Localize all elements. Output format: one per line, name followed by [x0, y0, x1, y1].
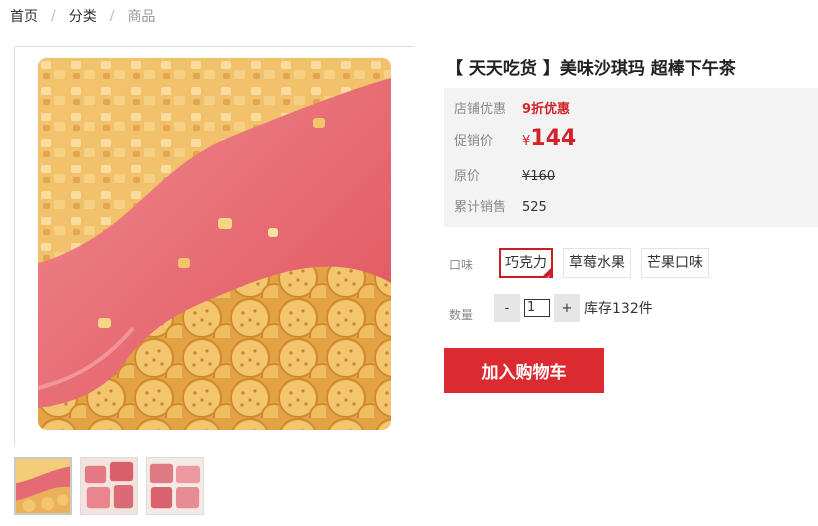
sales-count: 525	[522, 200, 547, 215]
breadcrumb: 首页 / 分类 / 商品	[10, 6, 155, 26]
flavor-options: 巧克力 ✓ 草莓水果 芒果口味	[499, 248, 709, 282]
stock-text: 库存132件	[584, 301, 653, 317]
breadcrumb-category[interactable]: 分类	[69, 6, 97, 26]
thumbnail-3[interactable]	[146, 457, 204, 515]
price-label: 促销价	[454, 134, 494, 149]
sale-price: ¥144	[522, 126, 576, 151]
thumbnail-2[interactable]	[80, 457, 138, 515]
flavor-option-label: 巧克力	[505, 255, 547, 271]
sales-label: 累计销售	[454, 200, 507, 215]
main-product-image	[38, 58, 391, 430]
promo-value: 9折优惠	[522, 102, 571, 117]
price-panel: 店铺优惠 9折优惠 促销价 ¥144 原价 ¥160 累计销售 525	[444, 88, 818, 227]
quantity-input[interactable]: 1	[524, 299, 550, 317]
original-price-label: 原价	[454, 169, 481, 184]
increment-button[interactable]: +	[554, 294, 580, 322]
add-to-cart-button[interactable]: 加入购物车	[444, 348, 604, 393]
price-amount: 144	[530, 126, 577, 151]
thumbnail-strip	[14, 457, 204, 515]
breadcrumb-separator: /	[109, 8, 115, 24]
product-title: 【 天天吃货 】美味沙琪玛 超棒下午茶	[446, 59, 736, 79]
quantity-label: 数量	[449, 308, 474, 322]
breadcrumb-current: 商品	[127, 9, 156, 25]
quantity-stepper: - 1 + 库存132件	[494, 294, 653, 322]
breadcrumb-home[interactable]: 首页	[10, 6, 38, 26]
check-icon: ✓	[545, 274, 551, 282]
original-price: ¥160	[522, 169, 556, 184]
flavor-option-chocolate[interactable]: 巧克力 ✓	[499, 248, 553, 282]
promo-label: 店铺优惠	[454, 102, 507, 117]
flavor-option-label: 芒果口味	[647, 255, 703, 271]
decrement-button[interactable]: -	[494, 294, 520, 322]
thumbnail-1[interactable]	[14, 457, 72, 515]
flavor-label: 口味	[449, 258, 474, 272]
flavor-option-strawberry[interactable]: 草莓水果	[563, 248, 631, 278]
breadcrumb-separator: /	[51, 8, 56, 24]
flavor-option-label: 草莓水果	[569, 255, 625, 271]
flavor-option-mango[interactable]: 芒果口味	[641, 248, 709, 278]
